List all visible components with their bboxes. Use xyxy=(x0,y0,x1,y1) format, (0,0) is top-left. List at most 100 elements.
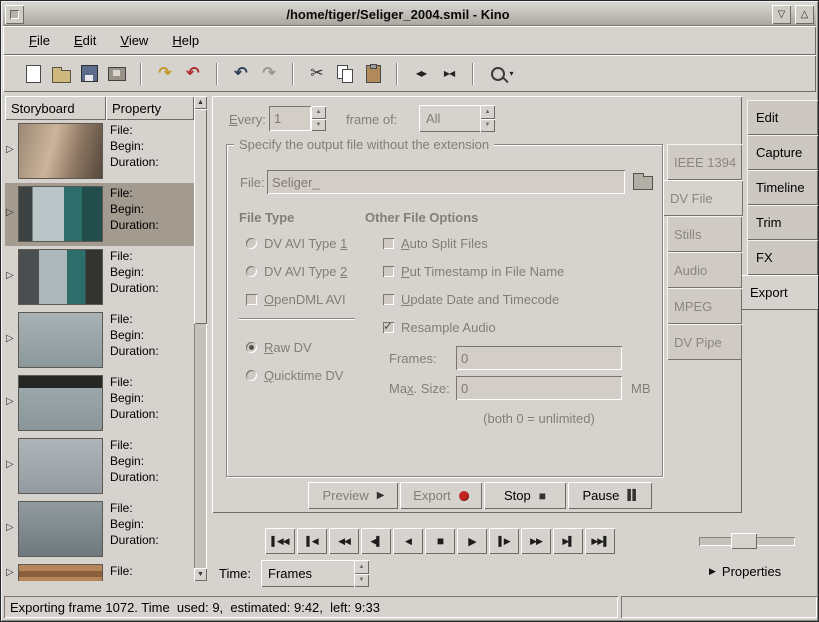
row-marker-icon[interactable]: ▷ xyxy=(6,567,14,578)
clip-thumbnail[interactable] xyxy=(18,186,103,242)
tab-trim[interactable]: Trim xyxy=(747,205,818,240)
stop-button[interactable]: Stop ■ xyxy=(484,482,566,509)
scrollbar-thumb[interactable] xyxy=(194,109,207,324)
new-file-button[interactable] xyxy=(19,60,47,88)
snapshot-button[interactable] xyxy=(103,60,131,88)
shade-button[interactable]: ▽ xyxy=(772,5,791,24)
storyboard-row[interactable]: ▷ File: Begin: Duration: xyxy=(5,372,194,435)
frame-back-button[interactable]: ◀▌ xyxy=(361,528,391,554)
cut-button[interactable]: ✂ xyxy=(303,60,331,88)
clip-thumbnail[interactable] xyxy=(18,438,103,494)
checkbox-resample-audio[interactable]: Resample Audio xyxy=(383,320,496,335)
undo-button[interactable]: ↶ xyxy=(227,60,255,88)
preview-button[interactable]: Preview ▶ xyxy=(308,482,398,509)
redo-button[interactable]: ↷ xyxy=(255,60,283,88)
clip-thumbnail[interactable] xyxy=(18,312,103,368)
tab-ieee1394[interactable]: IEEE 1394 xyxy=(667,144,742,180)
scroll-up-button[interactable]: ▲ xyxy=(194,96,207,109)
clip-thumbnail[interactable] xyxy=(18,249,103,305)
play-button[interactable]: ▶ xyxy=(457,528,487,554)
storyboard-row[interactable]: ▷ File: Begin: Duration: xyxy=(5,120,194,183)
row-marker-icon[interactable]: ▷ xyxy=(6,207,14,218)
menu-help[interactable]: Help xyxy=(160,29,211,52)
storyboard-row[interactable]: ▷ File: Begin: Duration: xyxy=(5,246,194,309)
radio-dv-avi-type1[interactable]: DV AVI Type 1 xyxy=(246,236,347,251)
checkbox-auto-split[interactable]: Auto Split Files xyxy=(383,236,488,251)
row-marker-icon[interactable]: ▷ xyxy=(6,270,14,281)
storyboard-row[interactable]: ▷ File: Begin: Duration: xyxy=(5,309,194,372)
split-scene-button[interactable]: ◀▶ xyxy=(407,60,435,88)
tab-export[interactable]: Export xyxy=(741,275,819,310)
tab-timeline[interactable]: Timeline xyxy=(747,170,818,205)
tab-dv-file[interactable]: DV File xyxy=(663,180,743,216)
tab-stills[interactable]: Stills xyxy=(667,216,742,252)
save-file-button[interactable] xyxy=(75,60,103,88)
fast-forward-button[interactable]: ▶▶ xyxy=(521,528,551,554)
go-end-button[interactable]: ▶▶▌ xyxy=(585,528,615,554)
storyboard-row[interactable]: ▷ File: Begin: Duration: xyxy=(5,498,194,561)
titlebar[interactable]: /home/tiger/Seliger_2004.smil - Kino ▽ △ xyxy=(3,3,816,26)
every-spin-input[interactable]: 1 xyxy=(269,106,311,131)
checkbox-timestamp[interactable]: Put Timestamp in File Name xyxy=(383,264,564,279)
radio-dv-avi-type2[interactable]: DV AVI Type 2 xyxy=(246,264,347,279)
combo-arrows[interactable]: ▲ ▼ xyxy=(480,105,495,132)
row-marker-icon[interactable]: ▷ xyxy=(6,144,14,155)
menu-file[interactable]: File xyxy=(17,29,62,52)
tab-edit[interactable]: Edit xyxy=(747,100,818,135)
menu-edit[interactable]: Edit xyxy=(62,29,108,52)
clip-thumbnail[interactable] xyxy=(18,564,103,581)
next-scene-button[interactable]: ▶▌ xyxy=(553,528,583,554)
radio-quicktime-dv[interactable]: Quicktime DV xyxy=(246,368,343,383)
file-name-input[interactable]: Seliger_ xyxy=(267,170,625,194)
play-backward-button[interactable]: ◀ xyxy=(393,528,423,554)
clip-thumbnail[interactable] xyxy=(18,123,103,179)
storyboard-column-header[interactable]: Storyboard xyxy=(5,96,106,120)
spin-up-icon[interactable]: ▲ xyxy=(311,106,326,119)
window-menu-button[interactable] xyxy=(5,5,24,24)
storyboard-row[interactable]: ▷ File: Begin: Duration: xyxy=(5,561,194,581)
property-column-header[interactable]: Property xyxy=(106,96,194,120)
frame-of-combo[interactable]: All ▲ ▼ xyxy=(419,105,495,132)
undo-all-button[interactable]: ↷ xyxy=(151,60,179,88)
combo-arrows[interactable]: ▲ ▼ xyxy=(354,560,369,587)
every-spinner[interactable]: ▲ ▼ xyxy=(311,106,326,131)
row-marker-icon[interactable]: ▷ xyxy=(6,396,14,407)
radio-raw-dv[interactable]: Raw DV xyxy=(246,340,312,355)
frames-input[interactable]: 0 xyxy=(456,346,622,370)
frame-forward-button[interactable]: ▌▶ xyxy=(489,528,519,554)
pause-button[interactable]: Pause ▌▌ xyxy=(568,482,652,509)
storyboard-scrollbar[interactable]: ▲ ▼ xyxy=(194,96,207,581)
storyboard-row[interactable]: ▷ File: Begin: Duration: xyxy=(5,435,194,498)
open-file-button[interactable] xyxy=(47,60,75,88)
tab-audio[interactable]: Audio xyxy=(667,252,742,288)
max-size-input[interactable]: 0 xyxy=(456,376,622,400)
row-marker-icon[interactable]: ▷ xyxy=(6,333,14,344)
tab-dv-pipe[interactable]: DV Pipe xyxy=(667,324,742,360)
menu-view[interactable]: View xyxy=(108,29,160,52)
maximize-button[interactable]: △ xyxy=(795,5,814,24)
row-marker-icon[interactable]: ▷ xyxy=(6,522,14,533)
zoom-button[interactable]: ▾ xyxy=(483,60,521,88)
time-format-combo[interactable]: Frames ▲ ▼ xyxy=(261,560,369,587)
shuttle-slider-thumb[interactable] xyxy=(731,533,757,549)
rewind-button[interactable]: ◀◀ xyxy=(329,528,359,554)
tab-capture[interactable]: Capture xyxy=(747,135,818,170)
checkbox-opendml[interactable]: OpenDML AVI xyxy=(246,292,346,307)
redo-all-button[interactable]: ↶ xyxy=(179,60,207,88)
row-marker-icon[interactable]: ▷ xyxy=(6,459,14,470)
paste-button[interactable] xyxy=(359,60,387,88)
checkbox-update-date[interactable]: Update Date and Timecode xyxy=(383,292,559,307)
prev-scene-button[interactable]: ▌◀ xyxy=(297,528,327,554)
go-start-button[interactable]: ▌◀◀ xyxy=(265,528,295,554)
storyboard-row-selected[interactable]: ▷ File: Begin: Duration: xyxy=(5,183,194,246)
tab-mpeg[interactable]: MPEG xyxy=(667,288,742,324)
export-button[interactable]: Export xyxy=(400,482,482,509)
spin-down-icon[interactable]: ▼ xyxy=(311,119,326,132)
transport-stop-button[interactable]: ■ xyxy=(425,528,455,554)
properties-expander[interactable]: ▶ Properties xyxy=(709,564,781,579)
join-scene-button[interactable]: ▶◀ xyxy=(435,60,463,88)
browse-folder-icon[interactable] xyxy=(633,176,653,190)
copy-button[interactable] xyxy=(331,60,359,88)
clip-thumbnail[interactable] xyxy=(18,501,103,557)
scroll-down-button[interactable]: ▼ xyxy=(194,568,207,581)
